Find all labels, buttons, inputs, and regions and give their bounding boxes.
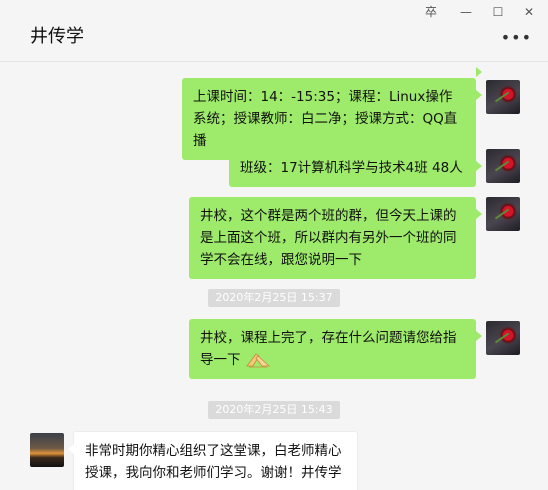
message-text: 井校，这个群是两个班的群，但今天上课的是上面这个班，所以群内有另外一个班的同学不…	[200, 208, 457, 268]
outgoing-message-bubble[interactable]: 井校，这个群是两个班的群，但今天上课的是上面这个班，所以群内有另外一个班的同学不…	[189, 197, 482, 279]
my-avatar[interactable]	[486, 149, 520, 183]
message-text: 非常时期你精心组织了这堂课，白老师精心授课，我向你和老师们学习。谢谢！井传学	[85, 443, 342, 481]
minimize-button[interactable]: —	[455, 4, 477, 20]
pin-button[interactable]: 卒	[420, 4, 442, 20]
chat-title-bar: 井传学 卒 — ☐ ✕ •••	[0, 0, 548, 62]
outgoing-message-bubble[interactable]: 班级：17计算机科学与技术4班 48人	[229, 149, 482, 187]
my-avatar[interactable]	[486, 321, 520, 355]
message-text: 上课时间：14：-15:35；课程：Linux操作系统；授课教师：白二净；授课方…	[193, 89, 458, 149]
message-text: 班级：17计算机科学与技术4班 48人	[240, 160, 463, 176]
incoming-message-bubble[interactable]: 非常时期你精心组织了这堂课，白老师精心授课，我向你和老师们学习。谢谢！井传学	[68, 431, 358, 490]
close-button[interactable]: ✕	[518, 4, 540, 20]
message-timestamp: 2020年2月25日 15:37	[208, 289, 340, 307]
my-avatar[interactable]	[486, 197, 520, 231]
chat-title: 井传学	[30, 26, 84, 47]
message-timestamp: 2020年2月25日 15:43	[208, 401, 340, 419]
message-list[interactable]: 上课时间：14：-15:35；课程：Linux操作系统；授课教师：白二净；授课方…	[0, 63, 548, 490]
outgoing-message-bubble[interactable]: 上课时间：14：-15:35；课程：Linux操作系统；授课教师：白二净；授课方…	[182, 78, 482, 160]
praying-hands-icon	[245, 353, 270, 368]
contact-avatar[interactable]	[30, 433, 64, 467]
outgoing-message-bubble[interactable]: 井校，课程上完了，存在什么问题请您给指导一下	[189, 319, 482, 379]
my-avatar[interactable]	[486, 80, 520, 114]
message-text: 井校，课程上完了，存在什么问题请您给指导一下	[200, 330, 457, 368]
maximize-button[interactable]: ☐	[487, 4, 509, 20]
more-options-icon[interactable]: •••	[501, 28, 532, 47]
